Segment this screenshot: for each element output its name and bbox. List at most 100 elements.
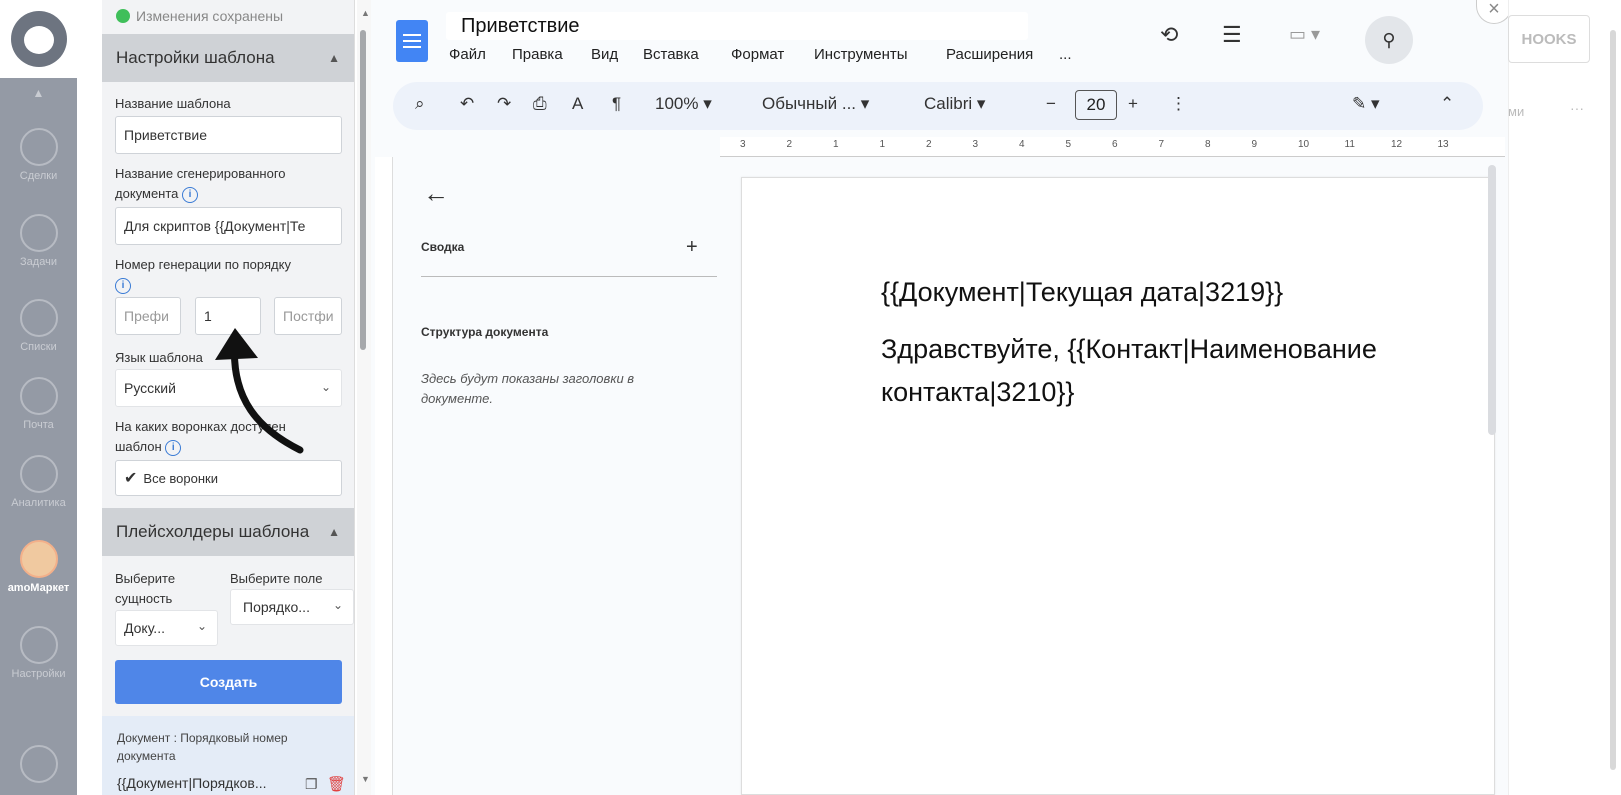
ruler-tick-label: 3: [740, 139, 746, 150]
section-title: Плейсхолдеры шаблона: [116, 522, 310, 541]
font-size-decrease-icon[interactable]: −: [1046, 94, 1056, 114]
menu-tools[interactable]: Инструменты: [814, 46, 908, 63]
nav-scroll-up-icon[interactable]: ▲: [0, 86, 77, 100]
field-select[interactable]: Порядко... ⌄: [230, 589, 354, 625]
meet-icon[interactable]: ▭ ▾: [1289, 24, 1320, 45]
scroll-thumb[interactable]: [360, 30, 366, 350]
ruler-tick-label: 2: [926, 139, 932, 150]
page-scrollbar[interactable]: [1610, 30, 1616, 770]
vertical-ruler[interactable]: [375, 157, 393, 795]
create-button[interactable]: Создать: [115, 660, 342, 704]
copy-icon[interactable]: ❐: [305, 776, 318, 793]
horizontal-ruler[interactable]: 3 2 1 1 2 3 4 5 6 7 8 9 10 11 12 13: [720, 137, 1505, 157]
template-settings-header[interactable]: Настройки шаблона ▲: [102, 34, 354, 82]
ruler-tick-label: 8: [1205, 139, 1211, 150]
nav-item-settings[interactable]: Настройки: [0, 626, 77, 680]
info-icon[interactable]: i: [165, 439, 182, 456]
info-icon[interactable]: i: [182, 186, 199, 203]
save-status: Изменения сохранены: [116, 8, 283, 24]
structure-label: Структура документа: [421, 325, 549, 339]
style-select[interactable]: Обычный ... ▾: [762, 94, 869, 114]
ruler-tick-label: 6: [1112, 139, 1118, 150]
collapse-menus-icon[interactable]: ⌃: [1440, 94, 1454, 114]
field-label: Выберите поле: [230, 571, 323, 586]
doc-title[interactable]: Приветствие: [446, 12, 1028, 40]
mail-icon: [19, 377, 58, 415]
tasks-icon: [19, 214, 58, 252]
menu-file[interactable]: Файл: [449, 46, 486, 63]
font-select[interactable]: Calibri ▾: [924, 94, 985, 114]
nav-item-analytics[interactable]: Аналитика: [0, 455, 77, 509]
edit-mode-icon[interactable]: ✎ ▾: [1352, 94, 1380, 114]
redo-icon[interactable]: ↷: [497, 94, 511, 114]
market-icon: [19, 540, 58, 578]
funnels-select[interactable]: ✔ Все воронки: [115, 460, 342, 496]
font-size-input[interactable]: 20: [1075, 90, 1117, 120]
menu-extensions[interactable]: Расширения: [946, 46, 1033, 63]
docs-logo-icon[interactable]: [396, 20, 428, 62]
chat-icon[interactable]: [0, 745, 77, 783]
info-icon[interactable]: i: [115, 277, 131, 294]
collapse-icon[interactable]: ▲: [328, 51, 340, 65]
scroll-up-icon[interactable]: ▲: [361, 8, 370, 18]
ruler-tick-label: 9: [1251, 139, 1258, 150]
ruler-tick-label: 7: [1158, 139, 1165, 150]
menu-edit[interactable]: Правка: [512, 46, 563, 63]
annotation-arrow: [215, 328, 304, 454]
nav-item-tasks[interactable]: Задачи: [0, 214, 77, 268]
add-summary-icon[interactable]: +: [686, 236, 698, 259]
share-icon[interactable]: ⚲: [1365, 16, 1413, 64]
ruler-tick-label: 1: [879, 139, 886, 150]
history-icon[interactable]: ⟲: [1160, 22, 1178, 48]
ruler-tick-label: 5: [1065, 139, 1072, 150]
deals-icon: [19, 128, 58, 166]
menu-insert[interactable]: Вставка: [643, 46, 699, 63]
nav-item-market[interactable]: amoМаркет: [0, 540, 77, 594]
language-label: Язык шаблона: [115, 350, 203, 365]
ruler-tick-label: 11: [1344, 139, 1355, 150]
prefix-input[interactable]: Префи: [115, 297, 181, 335]
zoom-select[interactable]: 100% ▾: [655, 94, 712, 114]
spellcheck-icon[interactable]: A: [572, 94, 583, 114]
nav-label: Почта: [23, 419, 54, 431]
nav-label: Списки: [20, 341, 57, 353]
scroll-down-icon[interactable]: ▼: [361, 774, 370, 784]
trash-icon[interactable]: 🗑: [327, 775, 346, 793]
placeholder-item-code: {{Документ|Порядков...: [117, 775, 267, 791]
search-icon[interactable]: ⌕: [415, 94, 425, 114]
nav-item-deals[interactable]: Сделки: [0, 128, 77, 182]
template-name-input[interactable]: Приветствие: [115, 116, 342, 154]
menu-view[interactable]: Вид: [591, 46, 618, 63]
ruler-tick-label: 4: [1019, 139, 1025, 150]
comments-icon[interactable]: ☰: [1222, 22, 1242, 48]
font-size-increase-icon[interactable]: +: [1128, 94, 1138, 114]
entity-select[interactable]: Доку... ⌄: [115, 610, 218, 646]
print-icon[interactable]: ⎙: [533, 94, 547, 114]
paint-format-icon[interactable]: ¶: [612, 94, 621, 114]
doc-line-greeting[interactable]: Здравствуйте, {{Контакт|Наименование: [881, 331, 1377, 367]
menu-format[interactable]: Формат: [731, 46, 784, 63]
chevron-down-icon: ⌄: [196, 619, 207, 633]
doc-line-date[interactable]: {{Документ|Текущая дата|3219}}: [881, 274, 1283, 310]
more-icon[interactable]: ···: [1570, 100, 1584, 116]
nav-item-lists[interactable]: Списки: [0, 299, 77, 353]
back-arrow-icon[interactable]: ←: [423, 178, 449, 209]
undo-icon[interactable]: ↶: [460, 94, 474, 114]
menu-more[interactable]: ...: [1059, 46, 1072, 63]
document-page[interactable]: [741, 177, 1495, 795]
ruler-tick-label: 12: [1391, 139, 1403, 150]
hooks-button[interactable]: HOOKS: [1508, 15, 1590, 63]
more-options-icon[interactable]: ⋮: [1170, 94, 1187, 114]
background-tab: ми: [1508, 104, 1525, 119]
placeholders-header[interactable]: Плейсхолдеры шаблона ▲: [102, 508, 354, 556]
check-icon: ✔: [124, 470, 138, 487]
background-page: [1508, 0, 1621, 795]
doc-line-contact[interactable]: контакта|3210}}: [881, 374, 1074, 410]
docs-scroll-thumb[interactable]: [1488, 165, 1496, 435]
gen-number-label: Номер генерации по порядку i: [115, 255, 340, 295]
collapse-icon[interactable]: ▲: [328, 525, 340, 539]
amocrm-logo[interactable]: [0, 0, 77, 78]
nav-label: Аналитика: [11, 497, 66, 509]
nav-item-mail[interactable]: Почта: [0, 377, 77, 431]
docname-input[interactable]: Для скриптов {{Документ|Те: [115, 207, 342, 245]
